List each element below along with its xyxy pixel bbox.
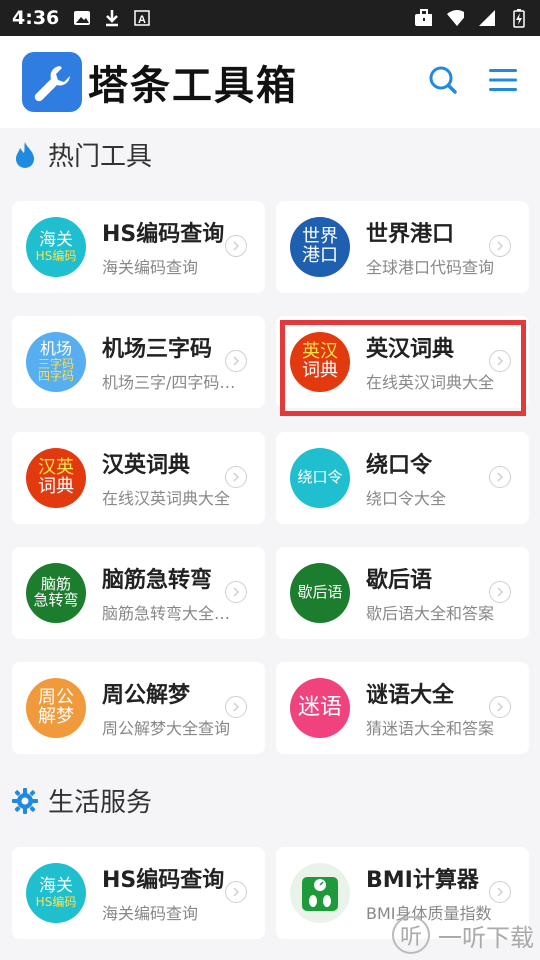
card-title: 周公解梦 [102,683,191,708]
wifi-icon [446,9,464,27]
tool-card-zh-en-dict[interactable]: 汉英 词典 汉英词典 在线汉英词典大全 [12,432,265,524]
card-subtitle: 脑筋急转弯大全查询 [102,604,242,623]
image-icon [73,9,91,27]
watermark-logo-icon: 听 [392,916,430,954]
tool-card-riddles[interactable]: 迷语 谜语大全 猜迷语大全和答案 [276,662,529,754]
card-subtitle: 周公解梦大全查询 [102,719,231,738]
xiehouyu-badge-icon: 歇后语 [290,563,350,623]
watermark: 听 一听下载 [392,916,534,954]
card-subtitle: 猜迷语大全和答案 [366,719,495,738]
section-life-title: 生活服务 [48,788,153,818]
riddles-badge-icon: 迷语 [290,678,350,738]
badge-line: 四字码 [37,369,74,384]
section-hot-title: 热门工具 [48,142,153,172]
badge-line: 海关 [39,875,73,896]
card-subtitle: 全球港口代码查询 [366,258,495,277]
chevron-right-icon [225,350,247,372]
svg-text:A: A [138,14,146,26]
search-icon[interactable] [428,65,458,99]
badge-line: 歇后语 [297,583,343,602]
brain-teaser-badge-icon: 脑筋 急转弯 [26,563,86,623]
scale-icon [290,863,350,923]
card-title: 歇后语 [366,568,433,593]
chevron-right-icon [225,466,247,488]
logo-text: 塔条工具箱 [88,63,298,109]
wrench-icon [22,52,82,112]
chevron-right-icon [225,881,247,903]
badge-line: 海关 [39,229,73,250]
card-subtitle: 机场三字/四字码查询 [102,373,242,392]
badge-line: HS编码 [35,248,77,263]
card-subtitle: 在线汉英词典大全 [102,489,231,508]
flame-icon [12,141,38,168]
watermark-text: 一听下载 [438,923,534,952]
tool-card-airport-code[interactable]: 机场 三字码 四字码 机场三字码 机场三字/四字码查询 [12,316,265,408]
chevron-right-icon [489,881,511,903]
airport-code-badge-icon: 机场 三字码 四字码 [26,332,86,392]
chevron-right-icon [489,581,511,603]
tool-card-dream-interpretation[interactable]: 周公 解梦 周公解梦 周公解梦大全查询 [12,662,265,754]
briefcase-icon [414,9,432,27]
badge-line: 机场 [39,339,72,358]
card-title: BMI计算器 [366,868,479,893]
badge-line: 词典 [38,476,74,497]
card-title: HS编码查询 [102,868,225,893]
status-time: 4:36 [12,7,60,29]
card-title: 汉英词典 [102,453,191,478]
card-subtitle: 歇后语大全和答案 [366,604,495,623]
en-zh-dict-badge-icon: 英汉 词典 [290,332,350,392]
tool-card-world-ports[interactable]: 世界 港口 世界港口 全球港口代码查询 [276,201,529,293]
tool-card-hs-code[interactable]: 海关 HS编码 HS编码查询 海关编码查询 [12,201,265,293]
badge-line: HS编码 [35,894,77,909]
signal-icon [478,9,496,27]
chevron-right-icon [489,235,511,257]
badge-line: 迷语 [297,695,342,721]
zh-en-dict-badge-icon: 汉英 词典 [26,448,86,508]
tool-card-tongue-twister[interactable]: 绕口令 绕口令 绕口令大全 [276,432,529,524]
badge-line: 急转弯 [33,591,79,609]
app-header: 塔条工具箱 [0,36,540,128]
status-bar: 4:36 A [0,0,540,36]
badge-line: 港口 [302,245,338,266]
section-life-services: 生活服务 [12,782,152,819]
tool-card-en-zh-dict[interactable]: 英汉 词典 英汉词典 在线英汉词典大全 [276,316,529,408]
app-logo: 塔条工具箱 [22,52,298,112]
card-title: 英汉词典 [366,337,455,362]
battery-icon [510,9,528,28]
chevron-right-icon [489,696,511,718]
card-title: 脑筋急转弯 [102,568,213,593]
dream-badge-icon: 周公 解梦 [26,678,86,738]
chevron-right-icon [225,696,247,718]
badge-line: 解梦 [38,706,74,727]
section-hot-tools: 热门工具 [12,136,152,173]
tongue-twister-badge-icon: 绕口令 [290,448,350,508]
card-subtitle: 海关编码查询 [102,904,199,923]
a-box-icon: A [133,9,151,27]
chevron-right-icon [225,235,247,257]
card-title: 绕口令 [366,453,433,478]
life-card-hs-code[interactable]: 海关 HS编码 HS编码查询 海关编码查询 [12,847,265,939]
hs-code-badge-icon: 海关 HS编码 [26,863,86,923]
tool-card-xiehouyu[interactable]: 歇后语 歇后语 歇后语大全和答案 [276,547,529,639]
badge-line: 绕口令 [297,468,343,487]
card-title: 机场三字码 [102,337,213,362]
menu-icon[interactable] [488,67,518,97]
card-title: 谜语大全 [366,683,455,708]
card-subtitle: 绕口令大全 [366,489,447,508]
world-ports-badge-icon: 世界 港口 [290,217,350,277]
card-title: 世界港口 [366,222,455,247]
hs-code-badge-icon: 海关 HS编码 [26,217,86,277]
gear-icon [12,787,38,814]
chevron-right-icon [225,581,247,603]
chevron-right-icon [489,466,511,488]
card-subtitle: 海关编码查询 [102,258,199,277]
card-subtitle: 在线英汉词典大全 [366,373,495,392]
tool-card-brain-teaser[interactable]: 脑筋 急转弯 脑筋急转弯 脑筋急转弯大全查询 [12,547,265,639]
chevron-right-icon [489,350,511,372]
badge-line: 词典 [302,360,338,381]
download-icon [103,9,121,27]
card-title: HS编码查询 [102,222,225,247]
